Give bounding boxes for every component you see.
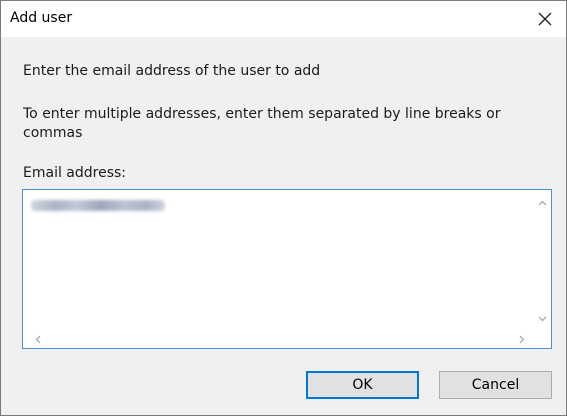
close-icon	[538, 12, 552, 26]
chevron-up-icon	[538, 200, 547, 205]
email-address-label: Email address:	[23, 165, 127, 181]
email-address-textbox[interactable]	[22, 189, 552, 349]
instruction-text: Enter the email address of the user to a…	[23, 63, 321, 79]
cancel-button[interactable]: Cancel	[439, 371, 552, 399]
close-button[interactable]	[531, 6, 559, 32]
scrollbar-corner	[534, 331, 551, 348]
scroll-right-button[interactable]	[513, 331, 530, 348]
horizontal-scrollbar[interactable]	[23, 331, 534, 348]
scroll-left-button[interactable]	[29, 331, 46, 348]
vertical-scrollbar[interactable]	[534, 190, 551, 331]
multiple-addresses-hint: To enter multiple addresses, enter them …	[23, 106, 501, 141]
blurred-email-text	[31, 200, 165, 211]
add-user-dialog: Add user Enter the email address of the …	[0, 0, 567, 416]
ok-button[interactable]: OK	[306, 371, 419, 399]
chevron-down-icon	[538, 316, 547, 321]
dialog-title: Add user	[10, 10, 73, 26]
chevron-left-icon	[35, 335, 40, 344]
title-bar[interactable]: Add user	[1, 1, 566, 37]
chevron-right-icon	[519, 335, 524, 344]
email-address-input[interactable]	[23, 190, 534, 331]
scroll-down-button[interactable]	[534, 310, 551, 327]
scroll-up-button[interactable]	[534, 194, 551, 211]
